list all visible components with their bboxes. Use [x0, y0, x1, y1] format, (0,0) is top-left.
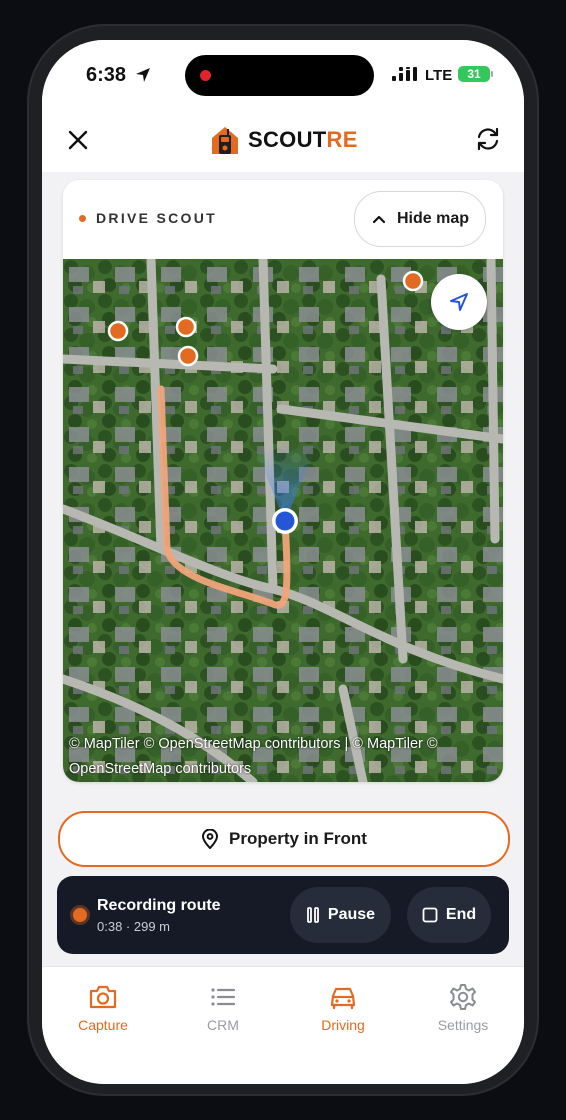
nav-label-driving: Driving	[321, 1017, 365, 1033]
pause-button[interactable]: Pause	[290, 887, 391, 943]
property-in-front-label: Property in Front	[229, 829, 367, 848]
dynamic-island	[185, 55, 374, 96]
recording-bar: Recording route 0:38 · 299 m Pause End	[57, 876, 509, 954]
brand-name-main: SCOUT	[248, 127, 327, 152]
nav-label-crm: CRM	[207, 1017, 239, 1033]
recenter-button[interactable]	[431, 274, 487, 330]
brand-name: SCOUTRE	[248, 127, 358, 153]
pause-icon	[307, 907, 319, 923]
end-label: End	[445, 906, 477, 923]
signal-bars-icon	[392, 67, 417, 81]
hide-map-label: Hide map	[396, 210, 469, 227]
nav-label-settings: Settings	[437, 1017, 489, 1033]
bottom-nav: Capture CRM Driving Settings	[42, 966, 524, 1084]
hide-map-button[interactable]: Hide map	[354, 191, 486, 247]
battery-level: 31	[467, 67, 481, 81]
satellite-map[interactable]	[63, 259, 503, 782]
status-dot-icon	[79, 214, 86, 222]
navigation-arrow-icon	[450, 293, 468, 311]
house-walkie-logo-icon	[212, 127, 238, 154]
map-pin-icon	[202, 829, 219, 849]
status-time: 6:38	[86, 64, 127, 86]
recording-title: Recording route	[97, 897, 221, 914]
network-type: LTE	[425, 67, 453, 84]
card-header: DRIVE SCOUT	[79, 210, 217, 226]
recording-dot-icon	[73, 908, 87, 922]
nav-label-capture: Capture	[78, 1017, 128, 1033]
recording-details: 0:38 · 299 m	[97, 919, 170, 934]
brand-name-accent: RE	[326, 127, 358, 152]
stop-icon	[422, 907, 438, 923]
nav-item-crm[interactable]: CRM	[173, 983, 273, 1033]
map-attribution[interactable]: © MapTiler © OpenStreetMap contributors …	[69, 732, 489, 782]
camera-icon	[89, 985, 117, 1009]
nav-item-settings[interactable]: Settings	[413, 983, 513, 1033]
property-marker	[402, 270, 424, 292]
property-marker	[175, 316, 197, 338]
battery-tip	[491, 71, 493, 77]
drive-scout-card: DRIVE SCOUT Hide map © MapTiler © OpenSt…	[63, 180, 503, 782]
nav-item-capture[interactable]: Capture	[53, 983, 153, 1033]
end-button[interactable]: End	[407, 887, 491, 943]
status-bar: 6:38 LTE 31	[42, 40, 524, 112]
property-in-front-button[interactable]: Property in Front	[58, 811, 510, 867]
list-icon	[211, 988, 236, 1006]
gear-icon	[450, 984, 476, 1010]
app-screen: 6:38 LTE 31 SCOUTRE DRIVE SCOUT Hide map…	[42, 40, 524, 1084]
recording-indicator-icon	[200, 70, 211, 81]
refresh-icon[interactable]	[474, 125, 502, 153]
property-marker	[107, 320, 129, 342]
card-title: DRIVE SCOUT	[96, 210, 217, 226]
pause-label: Pause	[327, 906, 376, 923]
location-arrow-icon	[136, 68, 150, 82]
battery-icon: 31	[458, 66, 490, 82]
property-marker	[177, 345, 199, 367]
close-icon[interactable]	[64, 126, 92, 154]
app-header: SCOUTRE	[42, 112, 524, 172]
car-icon	[330, 987, 356, 1010]
chevron-up-icon	[372, 215, 386, 224]
brand-logo: SCOUTRE	[210, 124, 358, 156]
nav-item-driving[interactable]: Driving	[293, 983, 393, 1033]
